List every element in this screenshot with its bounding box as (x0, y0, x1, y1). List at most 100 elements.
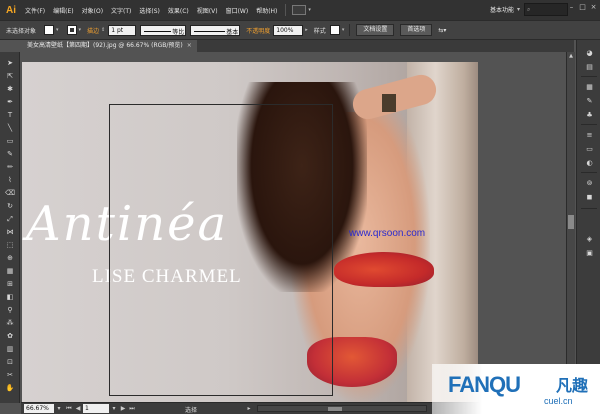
artboard-number-field[interactable]: 1 (83, 404, 109, 413)
brush-definition[interactable]: 基本 (190, 24, 241, 36)
chevron-down-icon[interactable]: ▾ (56, 27, 59, 33)
symbols-panel-icon[interactable]: ♣ (584, 110, 595, 120)
selection-tool-icon[interactable]: ➤ (4, 58, 16, 68)
selection-status: 未选择对象 (6, 27, 37, 35)
vertical-scrollbar[interactable]: ▲ ▼ (566, 52, 575, 402)
color-panel-icon[interactable]: ◕ (584, 48, 595, 58)
brushes-panel-icon[interactable]: ✎ (584, 96, 595, 106)
chevron-down-icon[interactable]: ▾ (55, 404, 63, 413)
chevron-down-icon[interactable]: ▾ (517, 6, 520, 13)
stroke-weight-field[interactable]: 1 pt (108, 24, 137, 36)
menu-edit[interactable]: 编辑(E) (53, 6, 73, 15)
rectangle-tool-icon[interactable]: ▭ (4, 136, 16, 146)
transparency-panel-icon[interactable]: ◐ (584, 158, 595, 168)
graphic-styles-panel-icon[interactable]: ◼ (584, 192, 595, 202)
stroke-panel-icon[interactable]: ≡ (584, 130, 595, 140)
line-tool-icon[interactable]: ╲ (4, 123, 16, 133)
chevron-down-icon[interactable]: ▾ (342, 27, 345, 33)
last-artboard-icon[interactable]: ⏭ (128, 404, 136, 413)
eraser-tool-icon[interactable]: ⌫ (4, 188, 16, 198)
menu-object[interactable]: 对象(O) (82, 6, 103, 15)
scale-tool-icon[interactable]: ⤢ (4, 214, 16, 224)
menu-select[interactable]: 选择(S) (139, 6, 160, 15)
close-icon[interactable]: × (590, 4, 597, 11)
shape-builder-icon[interactable]: ⊕ (4, 253, 16, 263)
appearance-panel-icon[interactable]: ⊚ (584, 178, 595, 188)
zoom-field[interactable]: 66.67% (24, 404, 54, 413)
current-tool-status[interactable]: 选择 (185, 405, 197, 414)
panel-dock: ◕ ▤ ▦ ✎ ♣ ≡ ▭ ◐ ⊚ ◼ ◈ ▣ (576, 40, 600, 414)
hand-tool-icon[interactable]: ✋ (4, 383, 16, 393)
first-artboard-icon[interactable]: ⏮ (65, 404, 73, 413)
horizontal-scroll-thumb[interactable] (328, 407, 342, 411)
paintbrush-tool-icon[interactable]: ✎ (4, 149, 16, 159)
slice-tool-icon[interactable]: ✂ (4, 370, 16, 380)
stepper-icon[interactable]: ⇕ (101, 27, 105, 33)
variable-width-profile[interactable]: 等比 (140, 24, 187, 36)
menu-file[interactable]: 文件(F) (25, 6, 45, 15)
photo-lingerie-top (334, 252, 434, 287)
panel-divider (581, 124, 597, 125)
document-tab[interactable]: 美女高清壁纸【第四期】(92).jpg @ 66.67% (RGB/预览) × (22, 40, 197, 52)
arrange-documents-icon[interactable] (292, 5, 307, 15)
direct-selection-tool-icon[interactable]: ⇱ (4, 71, 16, 81)
eyedropper-icon[interactable]: ⚲ (4, 305, 16, 315)
chevron-right-icon[interactable]: ▸ (305, 27, 308, 33)
swatches-panel-icon[interactable]: ▦ (584, 82, 595, 92)
horizontal-scrollbar[interactable] (257, 405, 427, 412)
next-artboard-icon[interactable]: ▶ (119, 404, 127, 413)
vertical-scroll-thumb[interactable] (568, 215, 574, 229)
pen-tool-icon[interactable]: ✒ (4, 97, 16, 107)
minimize-icon[interactable]: – (568, 4, 575, 11)
column-graph-icon[interactable]: ▥ (4, 344, 16, 354)
mesh-tool-icon[interactable]: ⊞ (4, 279, 16, 289)
previous-artboard-icon[interactable]: ◀ (74, 404, 82, 413)
symbol-sprayer-icon[interactable]: ✿ (4, 331, 16, 341)
maximize-icon[interactable]: □ (579, 4, 586, 11)
layers-panel-icon[interactable]: ◈ (584, 234, 595, 244)
graphic-style-swatch[interactable] (329, 25, 340, 35)
stroke-swatch[interactable] (66, 25, 77, 35)
chevron-down-icon[interactable]: ▾ (308, 7, 311, 13)
menu-window[interactable]: 窗口(W) (226, 6, 249, 15)
width-tool-icon[interactable]: ⋈ (4, 227, 16, 237)
artboard-tool-icon[interactable]: ⊡ (4, 357, 16, 367)
scroll-up-icon[interactable]: ▲ (568, 53, 574, 59)
canvas[interactable]: Antinéa LISE CHARMEL www.qrsoon.com (21, 52, 566, 402)
gradient-panel-icon[interactable]: ▭ (584, 144, 595, 154)
placed-image[interactable]: Antinéa LISE CHARMEL www.qrsoon.com (22, 62, 478, 402)
type-tool-icon[interactable]: T (4, 110, 16, 120)
document-setup-button[interactable]: 文档设置 (356, 24, 395, 36)
menu-type[interactable]: 文字(T) (111, 6, 131, 15)
blend-tool-icon[interactable]: ⁂ (4, 318, 16, 328)
preferences-button[interactable]: 首选项 (400, 24, 433, 36)
artboards-panel-icon[interactable]: ▣ (584, 248, 595, 258)
chevron-right-icon[interactable]: ▸ (245, 404, 253, 413)
menu-effect[interactable]: 效果(C) (168, 6, 189, 15)
opacity-label[interactable]: 不透明度 (246, 26, 270, 35)
site-watermark: www.qrsoon.com (349, 228, 426, 239)
brush-label: 基本 (226, 28, 239, 36)
chevron-down-icon[interactable]: ▾ (79, 27, 82, 33)
arrange-icon[interactable]: ⇆▾ (438, 27, 446, 34)
brand-logo-subtitle: LISE CHARMEL (92, 266, 242, 287)
perspective-grid-icon[interactable]: ▦ (4, 266, 16, 276)
workspace-switcher[interactable]: 基本功能 (490, 5, 514, 14)
chevron-down-icon[interactable]: ▾ (110, 404, 118, 413)
menu-help[interactable]: 帮助(H) (256, 6, 277, 15)
search-input[interactable]: ⌕ (524, 3, 568, 16)
control-bar: 未选择对象 ▾ ▾ 描边 ⇕ 1 pt 等比 基本 不透明度 100% ▸ 样式… (0, 20, 600, 40)
color-guide-icon[interactable]: ▤ (584, 62, 595, 72)
close-tab-icon[interactable]: × (187, 42, 192, 49)
magic-wand-icon[interactable]: ✱ (4, 84, 16, 94)
gradient-tool-icon[interactable]: ◧ (4, 292, 16, 302)
menu-view[interactable]: 视图(V) (197, 6, 218, 15)
blob-brush-icon[interactable]: ⌇ (4, 175, 16, 185)
fill-swatch[interactable] (44, 25, 55, 35)
rotate-tool-icon[interactable]: ↻ (4, 201, 16, 211)
stroke-label[interactable]: 描边 (87, 26, 99, 35)
opacity-field[interactable]: 100% (273, 24, 304, 36)
app-logo: Ai (6, 4, 16, 16)
pencil-tool-icon[interactable]: ✏ (4, 162, 16, 172)
free-transform-icon[interactable]: ⬚ (4, 240, 16, 250)
